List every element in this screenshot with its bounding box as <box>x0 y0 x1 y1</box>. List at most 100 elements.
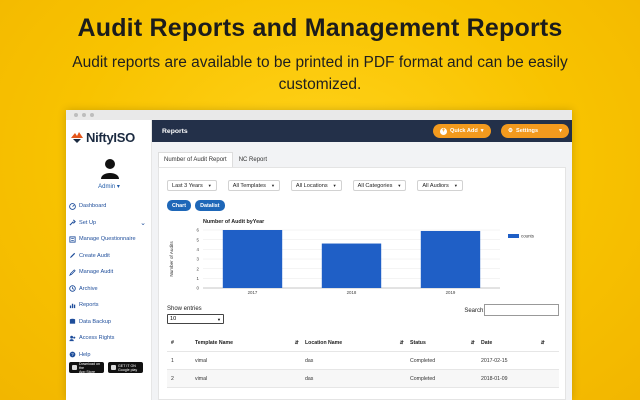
setup-icon <box>69 219 76 226</box>
filter-value: All Audiors <box>422 182 449 189</box>
y-tick-label: 3 <box>197 257 200 262</box>
sidebar-item-access-rights[interactable]: Access Rights <box>69 330 151 347</box>
top-bar: Reports + Quick Add ▾ ⚙ Settings ▾ <box>152 120 572 142</box>
filter-date-range[interactable]: Last 3 Years ▼ <box>167 180 217 191</box>
bar-2017 <box>222 230 283 288</box>
store-badge-caption: Download on the <box>79 361 100 370</box>
y-tick-label: 2 <box>197 266 200 271</box>
filter-templates[interactable]: All Templates ▼ <box>227 180 280 191</box>
sidebar-item-reports[interactable]: Reports <box>69 297 151 314</box>
dashboard-icon <box>69 202 76 210</box>
sidebar-item-label: Manage Questionnaire <box>79 236 136 243</box>
filter-value: All Locations <box>295 182 328 189</box>
logo-text: NiftyISO <box>86 129 135 145</box>
table-cell: Completed <box>410 357 436 364</box>
table-header: # Template Name ⇵ Location Name ⇵ Status ⇵ … <box>167 334 559 352</box>
chart-view-button[interactable]: Chart <box>167 200 192 211</box>
search-label: Search: <box>464 308 485 314</box>
create-audit-icon <box>69 253 76 259</box>
filter-auditors[interactable]: All Audiors ▼ <box>417 180 463 191</box>
sidebar-item-data-backup[interactable]: Data Backup <box>69 314 151 331</box>
audit-table: # Template Name ⇵ Location Name ⇵ Status ⇵ … <box>167 334 559 388</box>
chevron-down-icon: ▾ <box>559 128 562 134</box>
column-header-label: Status <box>410 339 426 346</box>
x-tick-label: 2019 <box>446 290 456 295</box>
user-menu[interactable]: Admin ▾ <box>66 183 152 190</box>
sort-icon: ⇵ <box>399 339 404 346</box>
sidebar-item-label: Set Up <box>79 219 97 226</box>
sidebar-item-archive[interactable]: Archive <box>69 281 151 298</box>
entries-select[interactable]: 10 ▼ <box>167 314 224 324</box>
column-header-location-name[interactable]: Location Name ⇵ <box>305 340 410 346</box>
table-cell: vimal <box>195 375 208 382</box>
table-row[interactable]: 2 vimal das Completed 2018-01-09 <box>167 370 559 388</box>
view-toggle: Chart Datalist <box>167 200 225 211</box>
page-title: Reports <box>162 127 188 135</box>
sidebar: NiftyISO Admin ▾ Dashboard Set Up ⌄ Mana… <box>66 120 152 400</box>
questionnaire-icon <box>69 236 76 243</box>
caret-down-icon: ▼ <box>217 316 221 322</box>
y-tick-label: 1 <box>197 276 200 281</box>
sidebar-item-dashboard[interactable]: Dashboard <box>69 198 151 215</box>
y-tick-label: 0 <box>197 286 200 291</box>
sidebar-item-label: Access Rights <box>79 335 115 342</box>
filter-value: All Templates <box>232 182 266 189</box>
store-badge-name: App Store <box>79 369 95 374</box>
play-icon <box>111 365 116 370</box>
filter-locations[interactable]: All Locations ▼ <box>290 180 342 191</box>
chevron-down-icon: ▾ <box>116 184 120 190</box>
datalist-view-button[interactable]: Datalist <box>195 200 225 211</box>
bar-2019 <box>420 230 481 288</box>
access-rights-icon <box>69 335 76 341</box>
entries-value: 10 <box>170 316 177 322</box>
audits-by-year-chart: Number of Audit byYear Number of Audits 0 1… <box>169 219 535 295</box>
window-dot <box>82 113 86 117</box>
chevron-down-icon[interactable]: ⌄ <box>140 219 146 227</box>
settings-button[interactable]: ⚙ Settings ▾ <box>501 124 569 138</box>
table-row[interactable]: 1 vimal das Completed 2017-02-15 <box>167 352 559 370</box>
window-dot <box>74 113 78 117</box>
archive-icon <box>69 285 76 292</box>
filter-categories[interactable]: All Categories ▼ <box>352 180 407 191</box>
logo[interactable]: NiftyISO <box>70 126 135 148</box>
backup-icon <box>69 318 76 324</box>
search-input[interactable] <box>484 304 559 316</box>
column-header-number[interactable]: # <box>167 340 195 346</box>
sidebar-item-label: Archive <box>79 285 98 292</box>
caret-down-icon: ▼ <box>207 183 212 188</box>
table-cell: das <box>305 357 314 364</box>
column-header-template-name[interactable]: Template Name ⇵ <box>195 340 305 346</box>
settings-label: Settings <box>516 128 539 134</box>
tab-nc-report[interactable]: NC Report <box>233 152 273 168</box>
report-panel: Last 3 Years ▼ All Templates ▼ All Locatio… <box>158 167 566 400</box>
caret-down-icon: ▼ <box>453 183 458 188</box>
app-store-badge[interactable]: Download on the App Store <box>69 361 104 374</box>
sidebar-item-setup[interactable]: Set Up ⌄ <box>69 215 151 232</box>
user-avatar-icon[interactable] <box>101 158 119 180</box>
google-play-badge[interactable]: GET IT ON Google play <box>108 362 143 373</box>
show-entries-label: Show entries <box>167 306 202 312</box>
column-header-date[interactable]: Date ⇵ <box>481 340 551 346</box>
page-subheadline: Audit reports are available to be printe… <box>72 54 568 93</box>
quick-add-button[interactable]: + Quick Add ▾ <box>433 124 491 138</box>
sidebar-item-create-audit[interactable]: Create Audit <box>69 248 151 265</box>
sidebar-item-label: Dashboard <box>79 203 107 210</box>
column-header-status[interactable]: Status ⇵ <box>410 340 481 346</box>
sidebar-item-manage-questionnaire[interactable]: Manage Questionnaire <box>69 231 151 248</box>
filter-value: Last 3 Years <box>172 182 203 189</box>
y-tick-label: 5 <box>197 237 200 242</box>
store-badge-name: Google play <box>118 367 138 372</box>
manage-audit-icon <box>69 269 76 276</box>
tab-number-of-audit-report[interactable]: Number of Audit Report <box>158 152 233 168</box>
sort-icon: ⇵ <box>540 339 545 346</box>
table-cell: vimal <box>195 357 208 364</box>
column-header-label: Location Name <box>305 339 343 346</box>
gear-icon: ⚙ <box>508 128 514 134</box>
help-icon: ? <box>69 351 76 358</box>
filter-value: All Categories <box>357 182 393 189</box>
app-store-badges: Download on the App Store GET IT ON Google… <box>69 361 143 374</box>
app-window: NiftyISO Admin ▾ Dashboard Set Up ⌄ Mana… <box>66 110 572 400</box>
caret-down-icon: ▼ <box>270 183 275 188</box>
sidebar-item-manage-audit[interactable]: Manage Audit <box>69 264 151 281</box>
quick-add-label: Quick Add <box>450 128 478 134</box>
